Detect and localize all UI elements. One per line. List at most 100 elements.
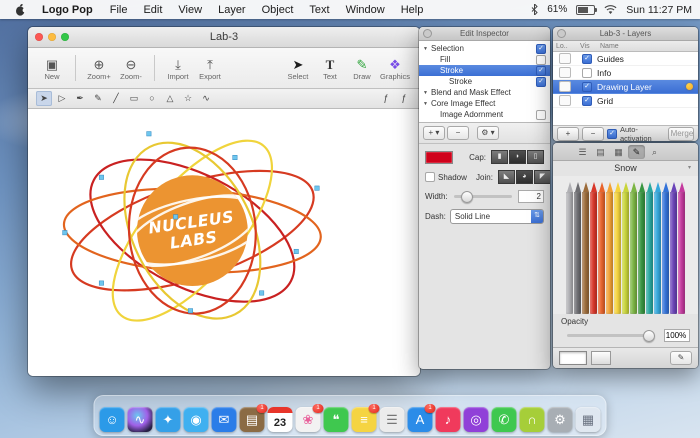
pencil-swatch[interactable]: [614, 182, 621, 314]
triangle-tool[interactable]: △: [162, 91, 178, 106]
current-color-well[interactable]: [559, 351, 587, 365]
inspector-row-checkbox[interactable]: ✓: [536, 65, 546, 76]
color-palettes-button[interactable]: ▤: [592, 145, 609, 159]
star-tool[interactable]: ☆: [180, 91, 196, 106]
color-picker-pencil-button[interactable]: ✎: [670, 351, 692, 365]
pen-tool[interactable]: ✒: [72, 91, 88, 106]
toolbar-button-zoom[interactable]: ⊕ Zoom+: [85, 56, 113, 81]
layer-visibility-checkbox[interactable]: ✓: [582, 81, 592, 92]
layer-visibility-checkbox[interactable]: ✓: [582, 95, 592, 106]
inspector-titlebar[interactable]: Edit Inspector: [419, 27, 550, 41]
logo-artwork[interactable]: NUCLEUSLABS: [28, 109, 420, 376]
rectangle-tool[interactable]: ▭: [126, 91, 142, 106]
dock-item-siri[interactable]: ∿: [127, 407, 153, 432]
dock-item-messages[interactable]: ❝: [323, 407, 349, 432]
selection-handle[interactable]: [62, 230, 68, 236]
color-wheel-button[interactable]: [556, 145, 573, 159]
toolbar-button-import[interactable]: ⤓ Import: [164, 56, 192, 81]
pencil-swatch[interactable]: [574, 182, 581, 314]
color-sliders-button[interactable]: ☰: [574, 145, 591, 159]
selection-handle[interactable]: [314, 185, 320, 191]
ellipse-tool[interactable]: ○: [144, 91, 160, 106]
image-palettes-button[interactable]: ▦: [610, 145, 627, 159]
round-join-button[interactable]: ◕: [515, 170, 533, 184]
dash-dropdown[interactable]: Solid Line ⇅: [449, 209, 544, 224]
menu-item-text[interactable]: Text: [301, 4, 337, 16]
path-function-a-tool[interactable]: ƒ: [378, 91, 394, 106]
dock-item-contacts[interactable]: ▤ 1: [239, 404, 268, 432]
miter-join-button[interactable]: ◣: [497, 170, 515, 184]
pencil-swatch[interactable]: [678, 182, 685, 314]
inspector-row-selection[interactable]: ▼ Selection ✓: [419, 43, 550, 54]
remove-effect-button[interactable]: −: [447, 126, 469, 140]
pencil-swatch[interactable]: [598, 182, 605, 314]
dock-item-safari[interactable]: ◉: [183, 407, 209, 432]
pencil-swatch[interactable]: [622, 182, 629, 314]
pencils-button[interactable]: ✎: [628, 144, 645, 159]
inspector-row-stroke[interactable]: Stroke ✓: [419, 65, 550, 76]
inspector-close-button[interactable]: [423, 29, 432, 38]
width-slider-knob[interactable]: [460, 191, 473, 203]
menu-item-view[interactable]: View: [170, 4, 210, 16]
select-tool[interactable]: ➤: [36, 91, 52, 106]
layer-row-grid[interactable]: ✓ Grid: [553, 94, 698, 108]
toolbar-button-export[interactable]: ⤒ Export: [196, 56, 224, 81]
close-button[interactable]: [35, 33, 43, 41]
search-button[interactable]: ⌕: [646, 145, 663, 159]
pencil-swatch[interactable]: [638, 182, 645, 314]
inspector-row-stroke[interactable]: Stroke ✓: [419, 76, 550, 87]
dock-item-calendar[interactable]: 23: [267, 407, 293, 432]
selection-handle[interactable]: [187, 308, 193, 314]
dock-item-notes[interactable]: ≡ 1: [351, 404, 380, 432]
battery-icon[interactable]: [576, 4, 598, 15]
menu-item-object[interactable]: Object: [254, 4, 302, 16]
layer-lock-button[interactable]: [559, 81, 571, 92]
menu-item-layer[interactable]: Layer: [210, 4, 254, 16]
layer-row-guides[interactable]: ✓ Guides: [553, 52, 698, 66]
dock-item-reminders[interactable]: ☰: [379, 407, 405, 432]
zoom-button[interactable]: [61, 33, 69, 41]
menu-item-edit[interactable]: Edit: [135, 4, 170, 16]
auto-activation-checkbox[interactable]: ✓: [607, 128, 617, 139]
pencil-swatch[interactable]: [630, 182, 637, 314]
layer-lock-button[interactable]: [559, 95, 571, 106]
menu-item-file[interactable]: File: [102, 4, 136, 16]
toolbar-button-new[interactable]: ▣ New: [38, 56, 66, 81]
selection-handle[interactable]: [293, 248, 299, 254]
layer-visibility-checkbox[interactable]: [582, 67, 592, 78]
pencil-swatch[interactable]: [646, 182, 653, 314]
inspector-row-fill[interactable]: Fill: [419, 54, 550, 65]
pencil-palette[interactable]: [553, 176, 698, 314]
path-function-b-tool[interactable]: ƒ: [396, 91, 412, 106]
pencil-swatch[interactable]: [566, 182, 573, 314]
direct-select-tool[interactable]: ▷: [54, 91, 70, 106]
menu-item-help[interactable]: Help: [393, 4, 432, 16]
butt-cap-button[interactable]: ▮: [491, 150, 508, 164]
canvas[interactable]: NUCLEUS LABS: [28, 109, 420, 376]
menu-clock[interactable]: Sun 11:27 PM: [626, 4, 692, 16]
round-cap-button[interactable]: ◗: [509, 150, 526, 164]
menu-item-logo-pop[interactable]: Logo Pop: [33, 4, 102, 16]
inspector-row-core-image-effect[interactable]: ▼ Core Image Effect: [419, 98, 550, 109]
inspector-row-checkbox[interactable]: [536, 54, 546, 65]
inspector-row-checkbox[interactable]: [536, 109, 546, 120]
layer-lock-button[interactable]: [559, 67, 571, 78]
line-tool[interactable]: ╱: [108, 91, 124, 106]
toolbar-button-draw[interactable]: ✎ Draw: [348, 56, 376, 81]
layer-lock-button[interactable]: [559, 53, 571, 64]
freehand-curve-tool[interactable]: ∿: [198, 91, 214, 106]
width-value[interactable]: 2: [518, 190, 544, 203]
inspector-row-blend-and-mask-effect[interactable]: ▼ Blend and Mask Effect: [419, 87, 550, 98]
toolbar-button-zoom[interactable]: ⊖ Zoom-: [117, 56, 145, 81]
inspector-row-checkbox[interactable]: ✓: [536, 76, 546, 87]
selection-handle[interactable]: [259, 290, 265, 296]
layer-row-drawing-layer[interactable]: ✓ Drawing Layer: [553, 80, 698, 94]
opacity-value[interactable]: 100%: [664, 329, 690, 342]
width-slider[interactable]: [453, 191, 512, 203]
toolbar-button-graphics[interactable]: ❖ Graphics: [380, 56, 410, 81]
palette-name-dropdown[interactable]: Snow ▾: [553, 161, 698, 176]
stroke-color-well[interactable]: [425, 150, 453, 164]
toolbar-button-text[interactable]: T Text: [316, 56, 344, 81]
dock-item-podcasts[interactable]: ◎: [463, 407, 489, 432]
pencil-swatch[interactable]: [662, 182, 669, 314]
